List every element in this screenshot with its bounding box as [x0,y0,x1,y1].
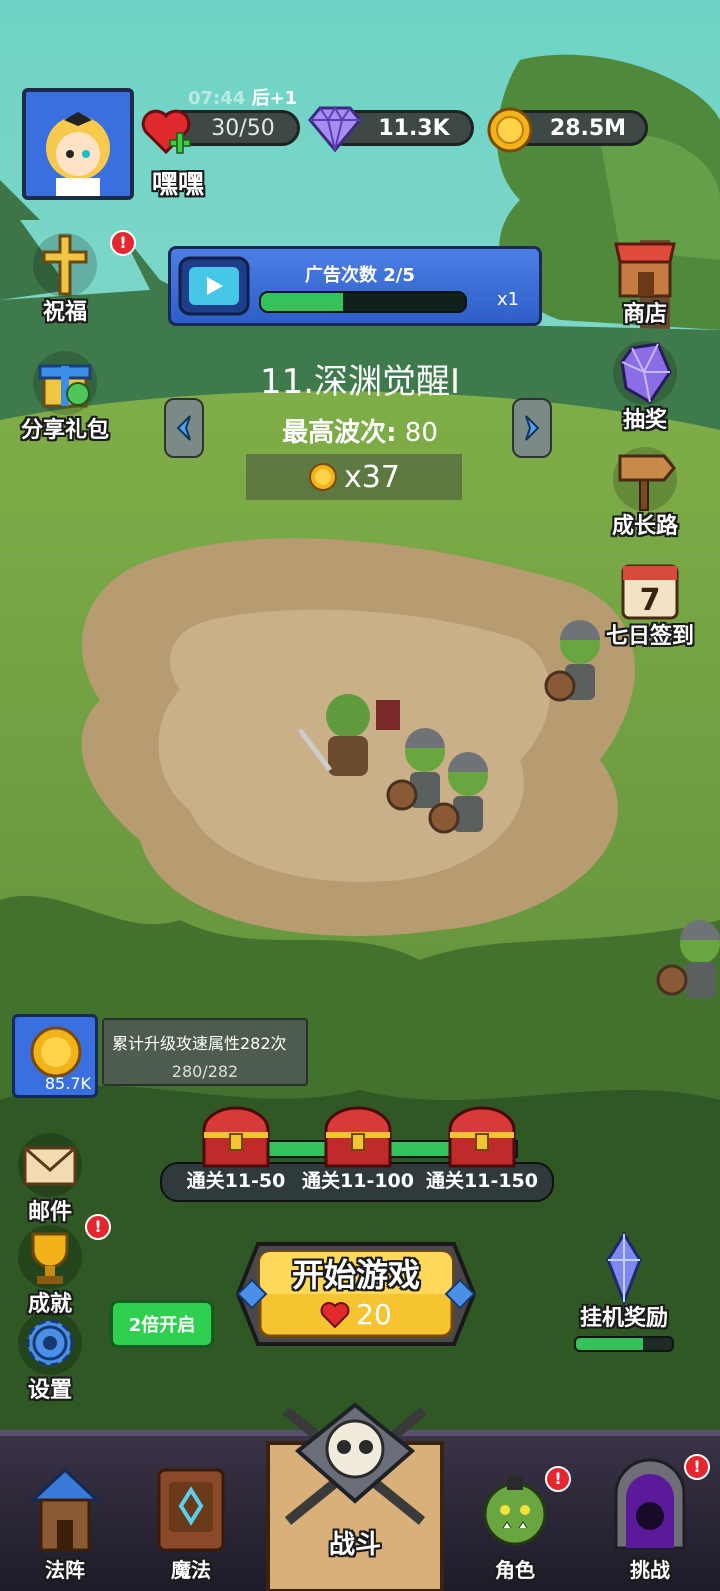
challenge-alert-badge: ! [684,1454,710,1480]
treasure-chest-icon [324,1106,392,1168]
portal-icon [614,1458,686,1550]
gem-value: 11.3K [378,115,450,141]
avatar-girl-icon [26,92,130,196]
chest-row: 通关11-50 通关11-100 通关11-150 [160,1100,550,1200]
tower-icon [29,1467,101,1552]
character-alert-badge: ! [545,1466,571,1492]
bless-alert-badge: ! [110,230,136,256]
cross-icon [33,233,97,297]
upgrade-coin-tile: 85.7K [12,1014,98,1098]
video-play-icon [178,256,250,316]
nav-character-label: 角色 [495,1558,535,1582]
best-wave-value: 80 [404,418,438,448]
chest-reward[interactable]: 通关11-150 [426,1100,538,1200]
chest-label: 通关11-150 [426,1170,538,1192]
stamina-timer: 07:44 后+1 [188,84,297,110]
player-avatar[interactable] [22,88,134,200]
upgrade-coin-value: 85.7K [44,1074,91,1093]
crystal-icon [613,341,677,405]
chest-reward[interactable]: 通关11-50 [187,1100,285,1200]
mail-button[interactable]: 邮件 [0,1130,100,1230]
chest-reward[interactable]: 通关11-100 [302,1100,414,1200]
treasure-chest-icon [448,1106,516,1168]
best-wave-label: 最高波次: [282,418,397,448]
seven-day-checkin-button[interactable]: 7 七日签到 [590,554,710,654]
shop-button[interactable]: 商店 [590,232,700,332]
nav-battle[interactable]: 战斗 [262,1391,448,1591]
bless-button[interactable]: ! 祝福 [10,230,136,330]
treasure-chest-icon [202,1106,270,1168]
spellbook-icon [157,1468,225,1552]
ad-count-label: 广告次数 2/5 [305,265,415,286]
gem-icon [308,106,362,152]
double-speed-button[interactable]: 2倍开启 [110,1300,214,1348]
heart-icon [320,1301,350,1328]
orc-head-icon [483,1476,547,1546]
nav-formation-label: 法阵 [45,1558,85,1582]
shop-icon [614,242,676,298]
crystal-trophy-icon [606,1231,642,1306]
growth-road-button[interactable]: 成长路 [590,444,700,544]
svg-text:7: 7 [640,583,661,618]
stage-reward: x37 [246,454,462,500]
idle-reward-progress [574,1336,674,1352]
signpost-icon [613,447,677,511]
chevron-right-icon [525,415,540,441]
ad-progress-bar [259,291,467,313]
chevron-left-icon [176,415,191,441]
ad-multiplier: x1 [497,289,520,310]
start-game-label: 开始游戏 [291,1256,420,1294]
nav-formation[interactable]: 法阵 [10,1441,120,1591]
gift-box-icon [33,351,97,415]
idle-reward-button[interactable]: 挂机奖励 [566,1230,682,1354]
idle-reward-progress-fill [576,1338,644,1350]
nav-magic[interactable]: 魔法 [136,1441,246,1591]
start-cost-value: 20 [356,1298,392,1331]
upgrade-text-panel: 累计升级攻速属性282次 280/282 [102,1018,308,1086]
settings-button[interactable]: 设置 [0,1308,100,1408]
stage-title: 11.深渊觉醒I [259,362,461,402]
stage-prev-arrow[interactable] [164,398,204,458]
heart-plus-icon[interactable] [140,104,196,158]
nav-challenge-label: 挑战 [630,1558,670,1582]
lottery-button[interactable]: 抽奖 [590,338,700,438]
chest-label: 通关11-50 [186,1170,286,1192]
trophy-icon [18,1225,82,1289]
upgrade-progress: 280/282 [171,1062,239,1081]
gold-coin-icon [487,107,533,153]
achievement-button[interactable]: ! 成就 [0,1214,111,1322]
chest-label: 通关11-100 [302,1170,414,1192]
player-name: 嘿嘿 [152,170,205,200]
skull-swords-icon [266,1402,444,1591]
start-game-button[interactable]: 开始游戏 20 [234,1236,478,1352]
gold-coin-icon [30,1026,82,1078]
calendar-icon: 7 [621,564,679,620]
idle-reward-label: 挂机奖励 [579,1306,668,1331]
nav-battle-label: 战斗 [328,1530,381,1560]
share-gift-button[interactable]: 分享礼包 [10,348,120,448]
ad-banner[interactable]: 广告次数 2/5 x1 [168,246,542,326]
nav-magic-label: 魔法 [171,1558,211,1582]
stage-next-arrow[interactable] [512,398,552,458]
gear-icon [18,1311,82,1375]
ad-progress-fill [261,293,343,311]
nav-challenge[interactable]: ! 挑战 [590,1441,710,1591]
upgrade-text: 累计升级攻速属性282次 [112,1034,287,1053]
gold-value: 28.5M [549,115,627,141]
stamina-timer-suffix: 后+1 [251,88,298,109]
stamina-value: 30/50 [211,115,275,141]
double-speed-label: 2倍开启 [128,1315,196,1336]
start-cost: 20 [234,1298,478,1331]
stage-reward-value: x37 [344,459,400,495]
stamina-timer-value: 07:44 [188,88,246,109]
achievement-alert-badge: ! [85,1214,111,1240]
gold-coin-icon [309,463,338,491]
upgrade-task-card[interactable]: 85.7K 累计升级攻速属性282次 280/282 [12,1014,308,1098]
best-wave: 最高波次: 80 [200,412,520,449]
envelope-icon [18,1133,82,1197]
nav-character[interactable]: ! 角色 [460,1441,571,1591]
